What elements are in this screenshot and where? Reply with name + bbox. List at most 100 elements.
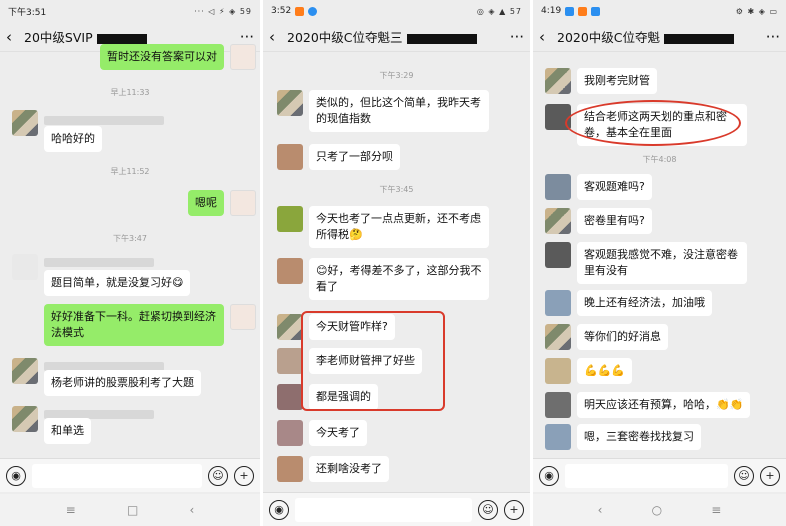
- more-icon[interactable]: ···: [758, 28, 780, 46]
- avatar[interactable]: [545, 290, 571, 316]
- message-row: 哈哈好的: [12, 110, 108, 152]
- message-row: 💪💪💪: [545, 358, 638, 384]
- message-row: 今天也考了一点点更新，还不考虑所得税🤔: [277, 206, 495, 248]
- plus-icon[interactable]: +: [504, 499, 524, 520]
- back-icon[interactable]: ‹: [269, 28, 287, 46]
- message-row: 明天应该还有预算，哈哈，👏👏: [545, 392, 756, 418]
- message-row: 暂时还没有答案可以对: [94, 44, 256, 70]
- status-time: 3:52: [271, 6, 292, 16]
- plus-icon[interactable]: +: [760, 465, 780, 486]
- message-bubble[interactable]: 客观题我感觉不难，没注意密卷里有没有: [577, 242, 747, 284]
- message-input[interactable]: [32, 463, 202, 488]
- input-bar: ◉ ☺ +: [0, 458, 260, 492]
- message-bubble[interactable]: 客观题难吗?: [577, 174, 652, 200]
- message-bubble[interactable]: 我刚考完财管: [577, 68, 657, 94]
- avatar[interactable]: [277, 384, 303, 410]
- avatar[interactable]: [277, 206, 303, 232]
- app-icon: [308, 6, 318, 16]
- message-bubble[interactable]: 嗯呢: [188, 190, 224, 216]
- message-bubble[interactable]: 💪💪💪: [577, 358, 633, 384]
- message-bubble[interactable]: 😊好，考得差不多了，这部分我不看了: [309, 258, 489, 300]
- plus-icon[interactable]: +: [234, 465, 254, 486]
- message-row: 密卷里有吗?: [545, 208, 658, 234]
- message-bubble[interactable]: 晚上还有经济法，加油哦: [577, 290, 712, 316]
- avatar[interactable]: [545, 242, 571, 268]
- message-bubble[interactable]: 哈哈好的: [44, 126, 102, 152]
- message-bubble[interactable]: 杨老师讲的股票股利考了大题: [44, 370, 201, 396]
- message-bubble[interactable]: 今天考了: [309, 420, 367, 446]
- app-icon: [591, 6, 601, 16]
- message-bubble[interactable]: 只考了一部分呗: [309, 144, 400, 170]
- system-nav-bar: ‹ ○ ≡: [533, 494, 786, 526]
- message-input[interactable]: [565, 463, 728, 488]
- avatar[interactable]: [277, 348, 303, 374]
- chat-panel-1: 下午3:51 ··· ◁ ⚡ ◈ 59 ‹ 20中级SVIP ··· 暂时还没有…: [0, 0, 260, 526]
- voice-icon[interactable]: ◉: [539, 465, 559, 486]
- message-bubble[interactable]: 嗯，三套密卷找找复习: [577, 424, 701, 450]
- message-bubble[interactable]: 密卷里有吗?: [577, 208, 652, 234]
- message-input[interactable]: [295, 497, 472, 522]
- avatar[interactable]: [277, 456, 303, 482]
- chat-title-bar: ‹ 2020中级C位夺魁三 ···: [263, 22, 530, 52]
- chat-panel-2: 3:52 ◎ ◈ ▲ 57 ‹ 2020中级C位夺魁三 ··· 下午3:29 类…: [263, 0, 530, 526]
- message-bubble[interactable]: 和单选: [44, 418, 91, 444]
- emoji-icon[interactable]: ☺: [478, 499, 498, 520]
- home-icon[interactable]: □: [127, 503, 138, 517]
- message-bubble[interactable]: 类似的，但比这个简单，我昨天考的现值指数: [309, 90, 489, 132]
- more-icon[interactable]: ···: [232, 28, 254, 46]
- menu-icon[interactable]: ≡: [711, 503, 721, 517]
- message-bubble[interactable]: 今天也考了一点点更新，还不考虑所得税🤔: [309, 206, 489, 248]
- voice-icon[interactable]: ◉: [269, 499, 289, 520]
- message-bubble[interactable]: 好好准备下一科。赶紧切换到经济法模式: [44, 304, 224, 346]
- message-bubble[interactable]: 还剩啥没考了: [309, 456, 389, 482]
- avatar[interactable]: [545, 208, 571, 234]
- input-bar: ◉ ☺ +: [533, 458, 786, 492]
- timestamp: 下午4:08: [642, 155, 677, 164]
- message-row: 类似的，但比这个简单，我昨天考的现值指数: [277, 90, 495, 132]
- avatar[interactable]: [277, 90, 303, 116]
- timestamp: 下午3:29: [379, 71, 414, 80]
- avatar[interactable]: [12, 254, 38, 280]
- avatar[interactable]: [12, 110, 38, 136]
- avatar[interactable]: [545, 324, 571, 350]
- more-icon[interactable]: ···: [502, 28, 524, 46]
- home-icon[interactable]: ○: [652, 503, 662, 517]
- avatar[interactable]: [545, 424, 571, 450]
- avatar[interactable]: [277, 258, 303, 284]
- avatar[interactable]: [545, 68, 571, 94]
- avatar[interactable]: [277, 314, 303, 340]
- message-row: 杨老师讲的股票股利考了大题: [12, 358, 207, 396]
- avatar[interactable]: [12, 406, 38, 432]
- message-row: 和单选: [12, 406, 97, 444]
- app-icon: [578, 6, 588, 16]
- emoji-icon[interactable]: ☺: [734, 465, 754, 486]
- avatar[interactable]: [277, 420, 303, 446]
- back-nav-icon[interactable]: ‹: [190, 503, 195, 517]
- message-row: 客观题我感觉不难，没注意密卷里有没有: [545, 242, 753, 284]
- avatar[interactable]: [12, 358, 38, 384]
- highlight-ellipse: [565, 100, 741, 146]
- message-bubble[interactable]: 明天应该还有预算，哈哈，👏👏: [577, 392, 751, 418]
- back-icon[interactable]: ‹: [6, 28, 24, 46]
- avatar[interactable]: [545, 358, 571, 384]
- avatar[interactable]: [230, 44, 256, 70]
- message-row: 嗯，三套密卷找找复习: [545, 424, 707, 450]
- avatar[interactable]: [545, 174, 571, 200]
- back-icon[interactable]: ‹: [539, 28, 557, 46]
- avatar[interactable]: [277, 144, 303, 170]
- avatar[interactable]: [230, 304, 256, 330]
- voice-icon[interactable]: ◉: [6, 465, 26, 486]
- emoji-icon[interactable]: ☺: [208, 465, 228, 486]
- timestamp: 早上11:52: [110, 167, 150, 176]
- back-nav-icon[interactable]: ‹: [598, 503, 603, 517]
- avatar[interactable]: [230, 190, 256, 216]
- message-bubble[interactable]: 题目简单，就是没复习好😋: [44, 270, 191, 296]
- timestamp: 下午3:47: [113, 234, 147, 243]
- menu-icon[interactable]: ≡: [66, 503, 76, 517]
- message-bubble[interactable]: 等你们的好消息: [577, 324, 668, 350]
- app-icon: [295, 6, 305, 16]
- message-bubble[interactable]: 暂时还没有答案可以对: [100, 44, 224, 70]
- highlight-box: [301, 311, 445, 411]
- avatar[interactable]: [545, 392, 571, 418]
- timestamp: 下午3:45: [379, 185, 414, 194]
